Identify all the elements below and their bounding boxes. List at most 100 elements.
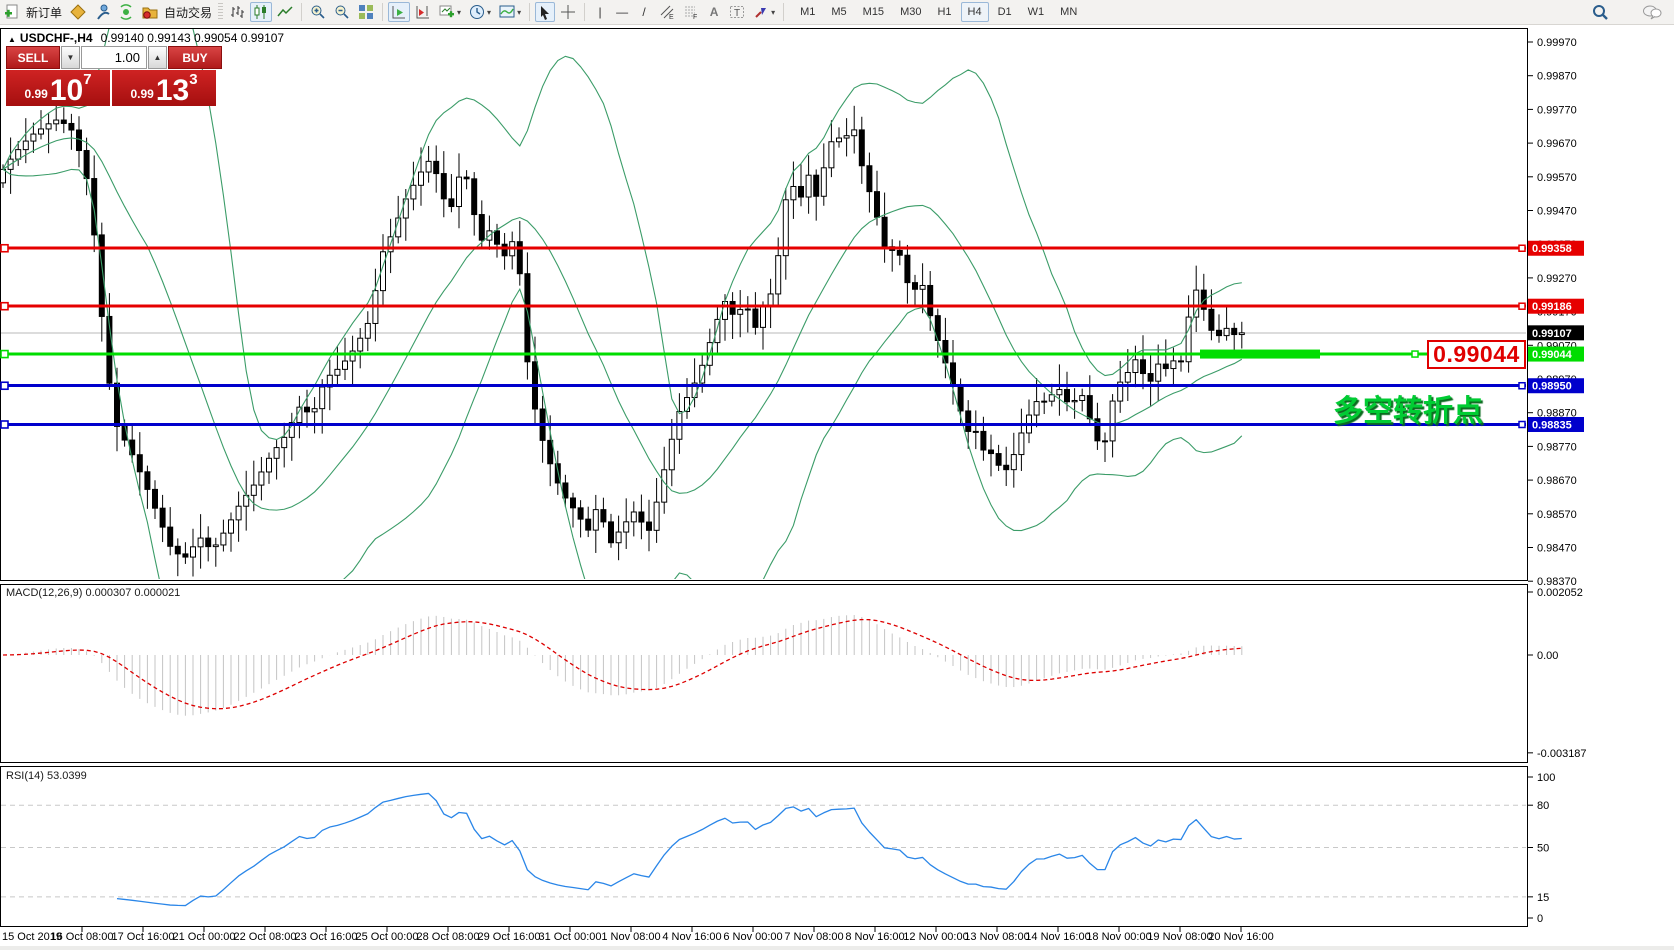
data-window-button[interactable]	[115, 2, 137, 22]
channel-button[interactable]: E	[656, 2, 678, 22]
hline-anchor[interactable]	[1, 351, 8, 358]
zoom-in-button[interactable]	[307, 2, 329, 22]
candle	[479, 215, 484, 241]
hline-anchor[interactable]	[1, 303, 8, 310]
candle	[251, 485, 256, 495]
candle	[753, 309, 758, 327]
horizontal-line-icon: —	[616, 6, 628, 18]
line-chart-button[interactable]	[274, 2, 296, 22]
volume-decrease-button[interactable]: ▼	[61, 46, 80, 69]
price-tick-label: 0.99870	[1537, 71, 1577, 83]
tile-windows-button[interactable]	[355, 2, 377, 22]
price-annotation-label[interactable]: 0.99044	[1427, 340, 1526, 369]
new-chart-icon	[439, 4, 455, 20]
arrows-button[interactable]: ▾	[750, 2, 778, 22]
new-order-label: 新订单	[26, 4, 62, 21]
sell-button[interactable]: SELL	[6, 46, 60, 69]
hline-anchor[interactable]	[1, 382, 8, 389]
periods-button[interactable]: ▾	[466, 2, 494, 22]
timeframe-m1[interactable]: M1	[793, 2, 822, 22]
chart-shift-icon	[415, 4, 431, 20]
volume-input[interactable]	[81, 46, 147, 69]
time-axis-label: 6 Nov 00:00	[723, 931, 782, 943]
data-window-icon	[118, 4, 134, 20]
time-axis-label: 23 Oct 16:00	[295, 931, 358, 943]
candle	[168, 527, 173, 546]
vertical-line-button[interactable]: |	[590, 2, 610, 22]
candle	[1217, 330, 1222, 335]
candle	[206, 538, 211, 547]
toolbar-grip[interactable]	[218, 3, 223, 21]
market-watch-button[interactable]	[91, 2, 113, 22]
one-click-trading-panel: SELL ▼ ▲ BUY 0.99 10 7 0.99 13 3	[6, 46, 222, 106]
horizontal-line-button[interactable]: —	[612, 2, 632, 22]
timeframe-mn[interactable]: MN	[1053, 2, 1084, 22]
thick-green-segment[interactable]	[1200, 350, 1320, 359]
axis-connector	[1519, 421, 1525, 427]
new-chart-button[interactable]: ▾	[436, 2, 464, 22]
timeframe-d1[interactable]: D1	[991, 2, 1019, 22]
candle	[723, 301, 728, 319]
timeframe-m15[interactable]: M15	[856, 2, 891, 22]
search-button[interactable]	[1589, 2, 1612, 22]
candle	[1148, 374, 1153, 382]
zoom-out-button[interactable]	[331, 2, 353, 22]
bar-chart-button[interactable]	[226, 2, 248, 22]
axis-label-0.98950-text: 0.98950	[1532, 381, 1572, 393]
price-tick-label: 0.98770	[1537, 441, 1577, 453]
time-axis-label: 28 Oct 08:00	[417, 931, 480, 943]
line-chart-icon	[277, 4, 293, 20]
time-axis-label: 12 Nov 00:00	[903, 931, 968, 943]
chevron-down-icon: ▾	[517, 8, 521, 17]
timeframe-h1[interactable]: H1	[930, 2, 958, 22]
buy-button[interactable]: BUY	[168, 46, 222, 69]
chart-canvas[interactable]: 0.999700.998700.997700.996700.995700.994…	[0, 0, 1674, 950]
autotrading-button[interactable]	[139, 2, 161, 22]
hline-anchor[interactable]	[1412, 351, 1418, 357]
timeframe-h4[interactable]: H4	[961, 2, 989, 22]
trendline-button[interactable]: /	[634, 2, 654, 22]
channel-icon: E	[659, 4, 675, 20]
text-label-button[interactable]: T	[726, 2, 748, 22]
crosshair-icon	[560, 4, 576, 20]
volume-increase-button[interactable]: ▲	[148, 46, 167, 69]
templates-button[interactable]: ▾	[496, 2, 524, 22]
candlestick-chart-icon	[253, 4, 269, 20]
timeframe-m30[interactable]: M30	[893, 2, 928, 22]
rsi-indicator-label: RSI(14) 53.0399	[6, 770, 87, 782]
price-tick-label: 0.99470	[1537, 206, 1577, 218]
candle	[274, 448, 279, 459]
candle	[39, 129, 44, 134]
fibonacci-button[interactable]: F	[680, 2, 702, 22]
time-axis-label: 20 Nov 16:00	[1208, 931, 1273, 943]
zoom-in-icon	[310, 4, 326, 20]
pane-border-3	[1, 767, 1528, 927]
hline-anchor[interactable]	[1, 245, 8, 252]
timeframe-m5[interactable]: M5	[824, 2, 853, 22]
new-order-button[interactable]	[1, 2, 23, 22]
sell-price-box[interactable]: 0.99 10 7	[6, 70, 110, 106]
profile-button[interactable]	[67, 2, 89, 22]
candle	[69, 123, 74, 130]
candle	[1194, 290, 1199, 317]
chart-shift-button[interactable]	[412, 2, 434, 22]
timeframe-group: M1M5M15M30H1H4D1W1MN	[792, 2, 1085, 22]
cursor-button[interactable]	[535, 2, 555, 22]
auto-scroll-button[interactable]	[388, 2, 410, 22]
candlestick-chart-button[interactable]	[250, 2, 272, 22]
time-axis-label: 29 Oct 16:00	[478, 931, 541, 943]
collapse-icon[interactable]: ▲	[8, 35, 16, 44]
autotrading-icon	[142, 4, 158, 20]
candle	[730, 301, 735, 314]
candle	[996, 454, 1001, 466]
candle	[631, 512, 636, 522]
timeframe-w1[interactable]: W1	[1021, 2, 1052, 22]
candle	[1156, 364, 1161, 381]
hline-anchor[interactable]	[1, 421, 8, 428]
buy-price-box[interactable]: 0.99 13 3	[112, 70, 216, 106]
chat-button[interactable]	[1639, 2, 1665, 22]
crosshair-button[interactable]	[557, 2, 579, 22]
candle	[517, 242, 522, 274]
candle	[1163, 364, 1168, 368]
text-button[interactable]: A	[704, 2, 724, 22]
